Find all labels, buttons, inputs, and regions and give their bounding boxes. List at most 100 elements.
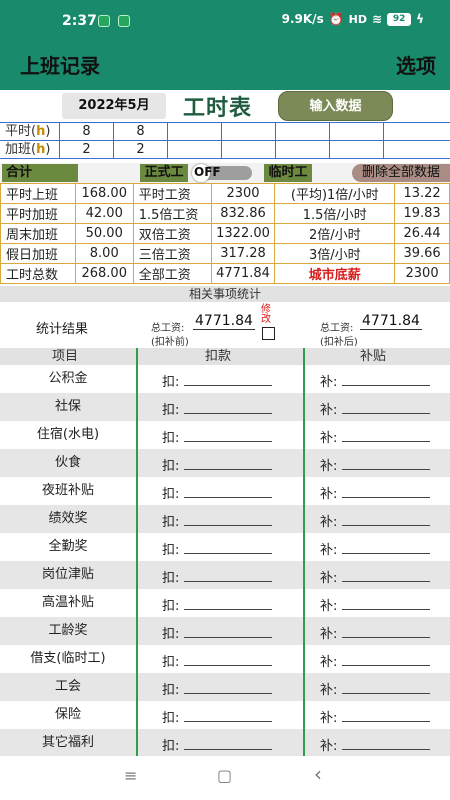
hours-cell[interactable] [384,123,450,140]
subsidy-input[interactable] [342,385,430,386]
input-data-button[interactable]: 输入数据 [278,91,393,121]
deduct-input[interactable] [184,609,272,610]
hours-cell[interactable] [330,123,384,140]
subsidy-prefix: 补: [320,739,338,754]
system-nav-bar: ≡ ▢ ‹ [0,756,450,800]
subsidy-input[interactable] [342,525,430,526]
delete-all-button[interactable]: 删除全部数据 [352,164,450,182]
deduct-input[interactable] [184,553,272,554]
calc-row: 平时加班 42.00 1.5倍工资 832.86 1.5倍/小时 19.83 [0,203,450,224]
deduct-prefix: 扣: [162,571,180,586]
hours-cell[interactable] [276,123,330,140]
calc-label: 1.5倍/小时 [274,203,396,224]
list-item: 公积金 扣: 补: [0,365,450,393]
app-title: 上班记录 [20,54,100,78]
deduct-prefix: 扣: [162,515,180,530]
hours-grid: 平时(h) 8 8 加班(h) 2 2 [0,122,450,159]
subsidy-input[interactable] [342,581,430,582]
subsidy-input[interactable] [342,693,430,694]
deduct-prefix: 扣: [162,683,180,698]
calc-label: 平时工资 [132,183,212,204]
hours-cell[interactable] [168,141,222,158]
subsidy-input[interactable] [342,609,430,610]
deduct-prefix: 扣: [162,655,180,670]
column-subsidy: 补贴 [360,349,387,364]
subsidy-input[interactable] [342,721,430,722]
calc-label: 2倍/小时 [274,223,396,244]
deduct-input[interactable] [184,441,272,442]
sheet-header: 2022年5月 工时表 输入数据 [0,90,450,122]
deduct-input[interactable] [184,693,272,694]
deduct-input[interactable] [184,749,272,750]
list-item: 工龄奖 扣: 补: [0,617,450,645]
hours-cell[interactable] [168,123,222,140]
subsidy-input[interactable] [342,637,430,638]
deduct-input[interactable] [184,581,272,582]
deduct-input[interactable] [184,637,272,638]
calc-value: 8.00 [74,243,134,264]
hours-cell[interactable]: 2 [114,141,168,158]
stats-result-row: 统计结果 总工资: (扣补前) 4771.84 修改 总工资: (扣补后) 47… [0,302,450,348]
options-menu-button[interactable]: 选项 [396,50,436,79]
subsidy-prefix: 补: [320,711,338,726]
deduct-prefix: 扣: [162,487,180,502]
hours-cell[interactable] [276,141,330,158]
list-item: 全勤奖 扣: 补: [0,533,450,561]
subsidy-input[interactable] [342,665,430,666]
back-icon[interactable]: ‹ [314,762,322,786]
hours-cell[interactable]: 8 [114,123,168,140]
modify-checkbox[interactable] [262,327,275,340]
deduct-input[interactable] [184,413,272,414]
subsidy-input[interactable] [342,469,430,470]
subsidy-input[interactable] [342,413,430,414]
deduct-prefix: 扣: [162,599,180,614]
modify-label: 修改 [261,304,271,325]
month-selector-button[interactable]: 2022年5月 [62,93,166,119]
calc-row: 假日加班 8.00 三倍工资 317.28 3倍/小时 39.66 [0,243,450,264]
hours-cell[interactable] [222,123,276,140]
item-name: 保险 [54,707,81,722]
hours-cell[interactable]: 2 [60,141,114,158]
alarm-icon: ⏰ [328,12,344,26]
worker-type-toggle[interactable]: OFF [192,164,252,182]
deduct-input[interactable] [184,469,272,470]
hours-row-regular: 平时(h) 8 8 [0,123,450,141]
hours-cell[interactable] [222,141,276,158]
hours-cell[interactable] [384,141,450,158]
subsidy-prefix: 补: [320,459,338,474]
list-item: 借支(临时工) 扣: 补: [0,645,450,673]
list-item: 工会 扣: 补: [0,673,450,701]
hours-cell[interactable]: 8 [60,123,114,140]
deduct-input[interactable] [184,665,272,666]
list-item: 夜班补贴 扣: 补: [0,477,450,505]
deduction-subsidy-list: 公积金 扣: 补: 社保 扣: 补: 住宿(水电) 扣: 补: 伙食 扣: 补: 夜班补贴 扣: 补: 绩效奖… [0,365,450,757]
subsidy-input[interactable] [342,553,430,554]
status-indicators: 9.9K/s ⏰ HD ≋ 92 ϟ [282,12,424,26]
menu-icon[interactable]: ≡ [124,766,137,785]
item-name: 其它福利 [41,735,94,750]
deduct-input[interactable] [184,721,272,722]
item-name: 全勤奖 [48,539,88,554]
subsidy-prefix: 补: [320,627,338,642]
subsidy-prefix: 补: [320,543,338,558]
deduct-prefix: 扣: [162,375,180,390]
deduct-input[interactable] [184,525,272,526]
home-icon[interactable]: ▢ [217,766,232,785]
subsidy-input[interactable] [342,749,430,750]
calc-label: 平时加班 [0,203,76,224]
subsidy-prefix: 补: [320,571,338,586]
item-name: 工会 [54,679,81,694]
calc-label: 1.5倍工资 [132,203,212,224]
list-item: 绩效奖 扣: 补: [0,505,450,533]
deduct-input[interactable] [184,385,272,386]
subsidy-input[interactable] [342,441,430,442]
total-wage-before-sub: (扣补前) [151,337,189,348]
calc-row: 平时上班 168.00 平时工资 2300 (平均)1倍/小时 13.22 [0,183,450,204]
charging-icon: ϟ [416,12,424,26]
subsidy-input[interactable] [342,497,430,498]
hours-cell[interactable] [330,141,384,158]
subsidy-prefix: 补: [320,683,338,698]
calc-label: 假日加班 [0,243,76,264]
calc-value: 268.00 [74,263,134,284]
deduct-input[interactable] [184,497,272,498]
